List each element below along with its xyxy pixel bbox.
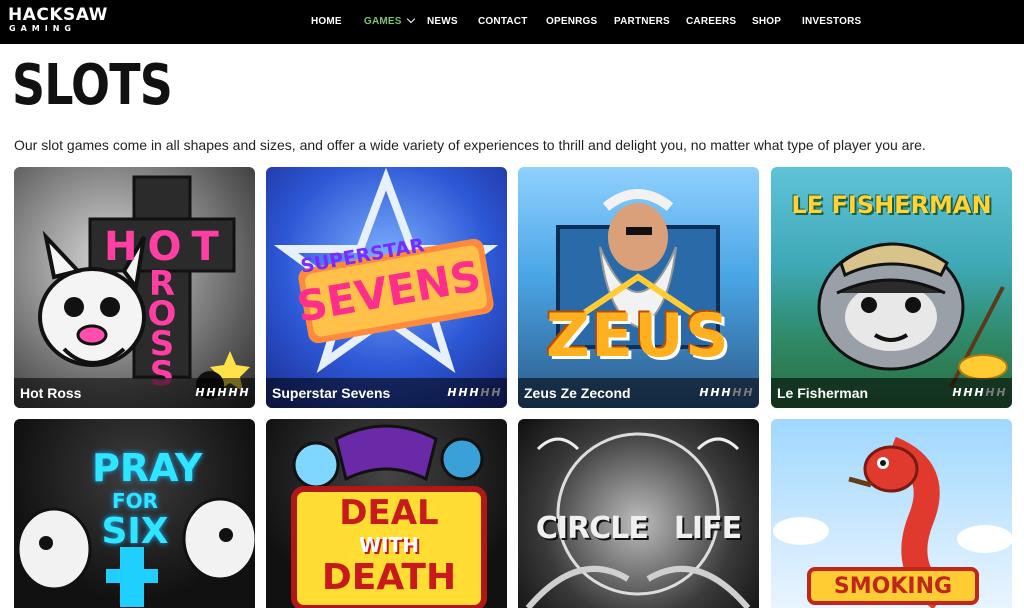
- nav-contact[interactable]: CONTACT: [478, 16, 528, 27]
- main-nav: HOME GAMES NEWS CONTACT OPENRGS PARTNERS…: [0, 0, 1024, 44]
- zeus-ze-zecond-artwork: ZEUS: [518, 167, 759, 408]
- pray-for-six-art-title-3: SIX: [101, 511, 169, 552]
- game-card-hot-ross[interactable]: HOT ROSS Hot Ross HHHHH: [14, 167, 255, 408]
- volatility-icon: H: [699, 386, 709, 399]
- hot-ross-art-title-bottom: ROSS: [147, 264, 177, 394]
- nav-news[interactable]: NEWS: [427, 16, 458, 27]
- game-card-le-fisherman[interactable]: LE FISHERMAN Le Fisherman HHHHH: [771, 167, 1012, 408]
- game-card-zeus-ze-zecond[interactable]: ZEUS Zeus Ze Zecond HHHHH: [518, 167, 759, 408]
- hot-ross-illustration: [38, 175, 250, 399]
- volatility-icon: H: [217, 386, 227, 399]
- superstar-sevens-artwork: SUPERSTAR SEVENS: [266, 167, 507, 408]
- volatility-icon: H: [228, 386, 238, 399]
- volatility-rating: HHHHH: [699, 387, 753, 399]
- volatility-icon: H: [974, 386, 984, 399]
- volatility-rating: HHHHH: [447, 387, 501, 399]
- circle-of-life-art-word-2: LIFE: [673, 511, 742, 546]
- pray-for-six-artwork: PRAY FOR SIX: [14, 419, 255, 608]
- game-card-pray-for-six[interactable]: PRAY FOR SIX: [14, 419, 255, 608]
- nav-careers[interactable]: CAREERS: [686, 16, 736, 27]
- game-title: Le Fisherman: [777, 385, 869, 401]
- chevron-down-icon[interactable]: [406, 14, 415, 24]
- game-title: Superstar Sevens: [272, 385, 391, 401]
- page-description: Our slot games come in all shapes and si…: [14, 137, 926, 153]
- nav-openrgs[interactable]: OPENRGS: [546, 16, 597, 27]
- game-card-smoking[interactable]: SMOKING: [771, 419, 1012, 608]
- volatility-icon: H: [458, 386, 468, 399]
- top-nav-bar: HACKSAW GAMING HOME GAMES NEWS CONTACT O…: [0, 0, 1024, 44]
- le-fisherman-art-title: LE FISHERMAN: [791, 191, 992, 219]
- deal-with-death-art-title-2: WITH: [359, 533, 419, 557]
- nav-shop[interactable]: SHOP: [752, 16, 781, 27]
- game-card-circle-of-life[interactable]: CIRCLE LIFE: [518, 419, 759, 608]
- volatility-icon: H: [447, 386, 457, 399]
- volatility-icon: H: [985, 386, 995, 399]
- volatility-icon: H: [963, 386, 973, 399]
- volatility-icon: H: [721, 386, 731, 399]
- volatility-rating: HHHHH: [952, 387, 1006, 399]
- circle-of-life-art-word-1: CIRCLE: [535, 511, 649, 546]
- volatility-icon: H: [480, 386, 490, 399]
- pray-for-six-art-title-1: PRAY: [92, 446, 203, 490]
- circle-of-life-artwork: CIRCLE LIFE: [518, 419, 759, 608]
- hot-ross-art-title-top: HOT: [104, 224, 229, 270]
- volatility-icon: H: [952, 386, 962, 399]
- volatility-icon: H: [732, 386, 742, 399]
- circle-of-life-art-title: CIRCLE LIFE: [524, 511, 753, 546]
- deal-with-death-artwork: DEAL WITH DEATH: [266, 419, 507, 608]
- volatility-icon: H: [996, 386, 1006, 399]
- volatility-icon: H: [491, 386, 501, 399]
- volatility-icon: H: [195, 386, 205, 399]
- volatility-icon: H: [743, 386, 753, 399]
- le-fisherman-artwork: LE FISHERMAN: [771, 167, 1012, 408]
- game-card-deal-with-death[interactable]: DEAL WITH DEATH: [266, 419, 507, 608]
- zeus-art-title: ZEUS: [546, 301, 731, 371]
- hot-ross-artwork: HOT ROSS: [14, 167, 255, 408]
- volatility-icon: H: [239, 386, 249, 399]
- smoking-art-title: SMOKING: [833, 574, 953, 599]
- nav-investors[interactable]: INVESTORS: [802, 16, 861, 27]
- game-card-superstar-sevens[interactable]: SUPERSTAR SEVENS Superstar Sevens HHHHH: [266, 167, 507, 408]
- game-title: Hot Ross: [20, 385, 82, 401]
- volatility-rating: HHHHH: [195, 387, 249, 399]
- pray-for-six-art-title-2: FOR: [111, 489, 159, 513]
- deal-with-death-art-title-1: DEAL: [339, 493, 439, 533]
- game-title: Zeus Ze Zecond: [524, 385, 631, 401]
- zeus-illustration: [556, 189, 720, 349]
- nav-games-label: GAMES: [364, 16, 402, 27]
- smoking-artwork: SMOKING: [771, 419, 1012, 608]
- nav-games[interactable]: GAMES: [364, 14, 415, 27]
- nav-partners[interactable]: PARTNERS: [614, 16, 670, 27]
- volatility-icon: H: [469, 386, 479, 399]
- volatility-icon: H: [206, 386, 216, 399]
- nav-home[interactable]: HOME: [311, 16, 342, 27]
- volatility-icon: H: [710, 386, 720, 399]
- deal-with-death-art-title-3: DEATH: [321, 557, 457, 598]
- page-title: SLOTS: [12, 53, 173, 118]
